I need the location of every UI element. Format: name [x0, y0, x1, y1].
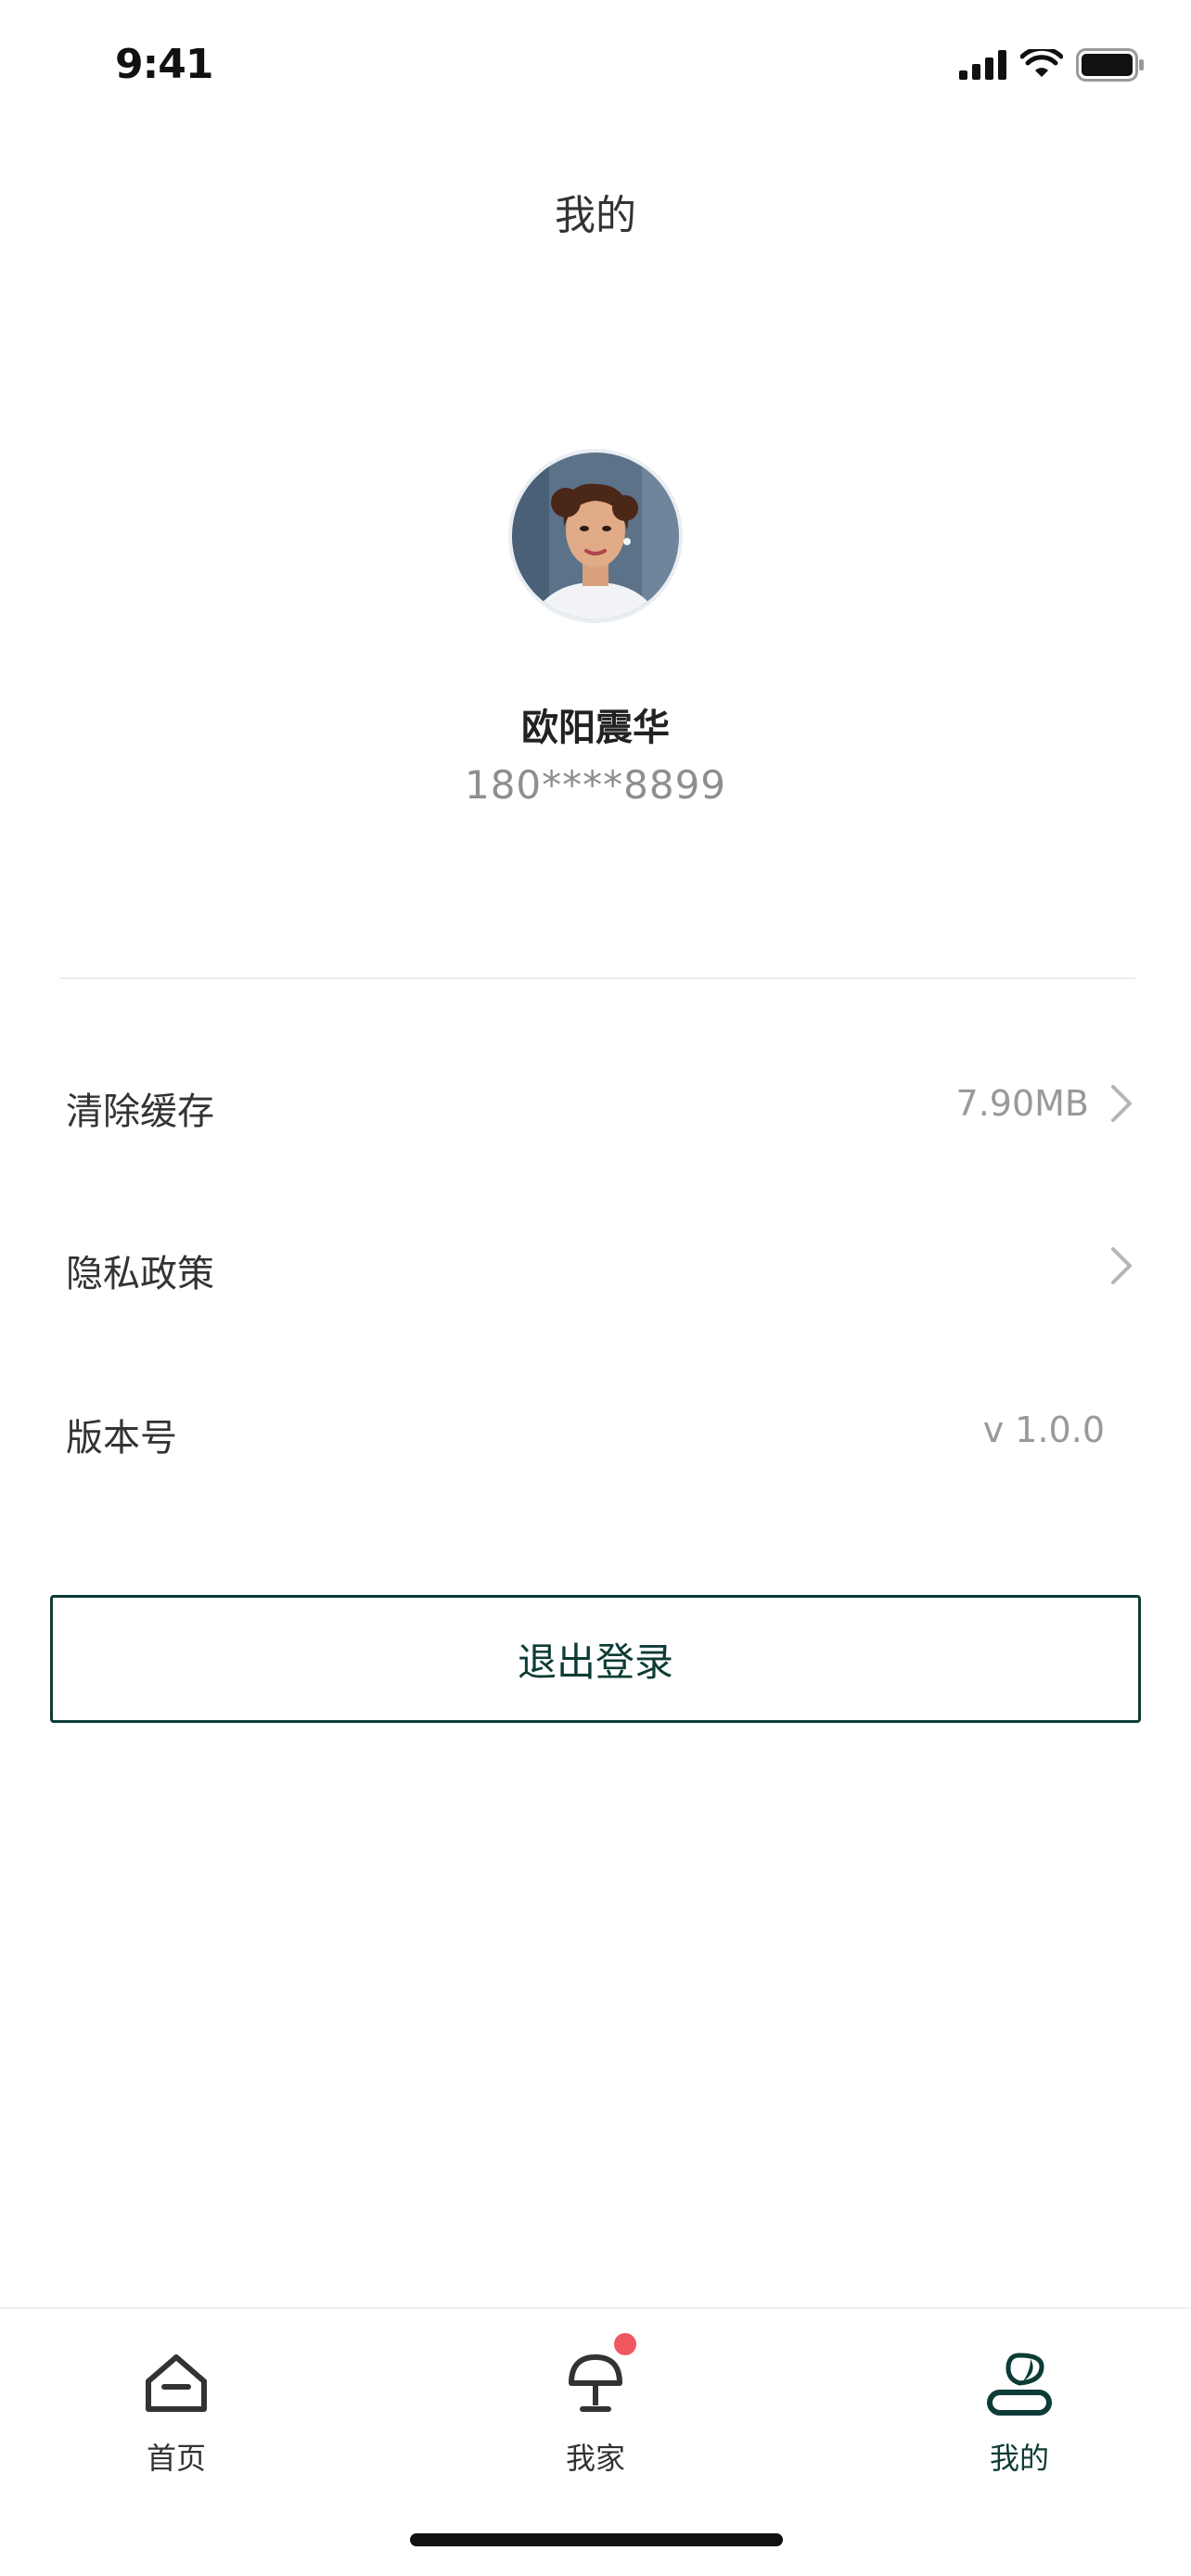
user-phone: 180****8899 — [464, 762, 727, 808]
logout-button[interactable]: 退出登录 — [50, 1595, 1141, 1723]
wifi-icon — [1020, 49, 1063, 77]
chevron-right-icon — [1111, 1085, 1132, 1122]
tab-home-label: 首页 — [146, 2441, 206, 2476]
divider — [59, 977, 1135, 979]
tab-profile-label: 我的 — [989, 2441, 1049, 2476]
cache-size-value: 7.90MB — [955, 1083, 1089, 1124]
lamp-icon — [558, 2333, 636, 2420]
cellular-signal-icon — [959, 50, 1006, 80]
version-row: 版本号 v 1.0.0 — [0, 1374, 1191, 1486]
home-icon — [139, 2346, 213, 2420]
notification-badge — [614, 2333, 636, 2355]
status-time: 9:41 — [115, 41, 213, 88]
version-label: 版本号 — [66, 1417, 177, 1460]
tab-my-home[interactable]: 我家 — [503, 2333, 688, 2494]
home-indicator — [410, 2533, 783, 2546]
profile-icon — [982, 2346, 1057, 2420]
battery-icon — [1076, 48, 1144, 82]
version-value: v 1.0.0 — [982, 1409, 1105, 1450]
privacy-policy-label: 隐私政策 — [66, 1253, 214, 1295]
status-bar: 9:41 — [0, 0, 1191, 139]
clear-cache-row[interactable]: 清除缓存 7.90MB — [0, 1048, 1191, 1159]
avatar[interactable] — [508, 449, 683, 623]
clear-cache-label: 清除缓存 — [66, 1090, 214, 1133]
page-title: 我的 — [555, 192, 636, 239]
avatar-photo — [512, 453, 679, 619]
tab-profile[interactable]: 我的 — [927, 2346, 1112, 2494]
privacy-policy-row[interactable]: 隐私政策 — [0, 1210, 1191, 1321]
user-name: 欧阳震华 — [521, 707, 670, 749]
status-icons — [959, 46, 1145, 83]
chevron-right-icon — [1111, 1247, 1132, 1284]
tab-home[interactable]: 首页 — [83, 2346, 269, 2494]
tab-my-home-label: 我家 — [565, 2441, 625, 2476]
